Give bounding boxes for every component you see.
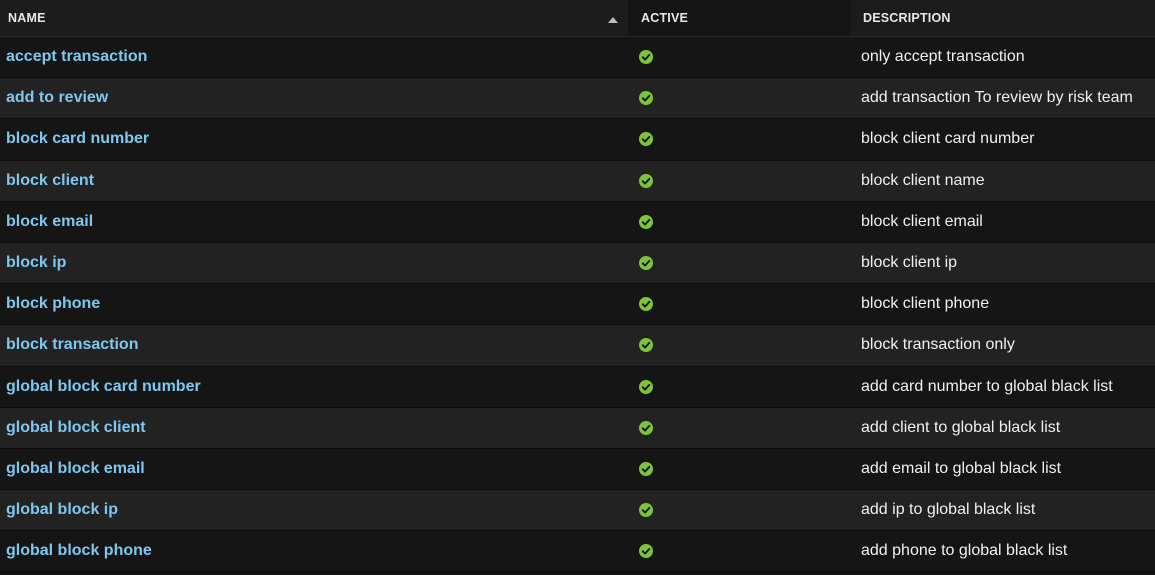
active-cell (628, 161, 851, 201)
table-row[interactable]: block card number block client card numbe… (0, 119, 1155, 161)
active-cell (628, 367, 851, 407)
check-circle-icon (639, 256, 653, 271)
table-row[interactable]: block phone block client phone (0, 284, 1155, 326)
rule-description: only accept transaction (861, 48, 1025, 66)
column-header-name[interactable]: NAME (0, 0, 628, 36)
rule-description: add transaction To review by risk team (861, 89, 1133, 107)
check-circle-icon (639, 297, 653, 312)
active-cell (628, 37, 851, 77)
table-row[interactable]: global block email add email to global bl… (0, 448, 1155, 491)
table-row[interactable]: global block client add client to global … (0, 407, 1155, 449)
check-circle-icon (639, 132, 653, 147)
rule-description: add phone to global black list (861, 542, 1068, 560)
rule-name-link[interactable]: block transaction (0, 325, 628, 365)
active-cell (628, 490, 851, 530)
column-header-active[interactable]: ACTIVE (628, 0, 851, 36)
check-circle-icon (639, 544, 653, 559)
sort-ascending-icon[interactable] (608, 17, 618, 23)
check-circle-icon (639, 91, 653, 106)
rule-description: add client to global black list (861, 418, 1061, 436)
active-cell (628, 408, 851, 448)
rule-description: block client ip (861, 254, 958, 272)
column-header-description-label: DESCRIPTION (863, 11, 951, 25)
check-circle-icon (639, 461, 653, 476)
rule-name-link[interactable]: block email (0, 202, 628, 242)
rule-name-link[interactable]: block ip (0, 243, 628, 283)
check-circle-icon (639, 420, 653, 435)
table-row[interactable]: accept transaction only accept transactio… (0, 37, 1155, 79)
active-cell (628, 449, 851, 489)
rule-name-link[interactable]: global block card number (0, 367, 628, 407)
rule-description: block client name (861, 171, 985, 189)
check-circle-icon (639, 173, 653, 188)
check-circle-icon (639, 503, 653, 518)
rules-table: NAME ACTIVE DESCRIPTION accept transacti… (0, 0, 1155, 573)
table-row[interactable]: add to review add transaction To review b… (0, 78, 1155, 120)
table-row[interactable]: block client block client name (0, 160, 1155, 202)
rule-description: block client card number (861, 130, 1035, 148)
rule-description: add email to global black list (861, 459, 1062, 477)
active-cell (628, 284, 851, 324)
rule-description: add ip to global black list (861, 501, 1036, 519)
rule-description: block client email (861, 212, 983, 230)
rule-description: block client phone (861, 295, 990, 313)
rule-name-link[interactable]: global block phone (0, 531, 628, 571)
active-cell (628, 202, 851, 242)
table-row[interactable]: global block phone add phone to global bl… (0, 531, 1155, 573)
table-header: NAME ACTIVE DESCRIPTION (0, 0, 1155, 37)
table-row[interactable]: block transaction block transaction only (0, 325, 1155, 367)
active-cell (628, 243, 851, 283)
table-row[interactable]: global block ip add ip to global black li… (0, 490, 1155, 532)
rule-name-link[interactable]: global block email (0, 449, 628, 489)
check-circle-icon (639, 214, 653, 229)
table-row[interactable]: block email block client email (0, 201, 1155, 243)
rule-name-link[interactable]: block client (0, 161, 628, 201)
check-circle-icon (639, 50, 653, 65)
active-cell (628, 325, 851, 365)
rule-description: block transaction only (861, 336, 1015, 354)
rule-name-link[interactable]: block phone (0, 284, 628, 324)
rule-description: add card number to global black list (861, 377, 1113, 395)
table-row[interactable]: global block card number add card number … (0, 366, 1155, 408)
table-row[interactable]: block ip block client ip (0, 242, 1155, 285)
column-header-name-label: NAME (8, 11, 46, 25)
column-header-active-label: ACTIVE (641, 11, 689, 25)
active-cell (628, 531, 851, 571)
column-header-description[interactable]: DESCRIPTION (851, 0, 1155, 36)
check-circle-icon (639, 379, 653, 394)
rule-name-link[interactable]: accept transaction (0, 37, 628, 77)
check-circle-icon (639, 338, 653, 353)
rule-name-link[interactable]: block card number (0, 119, 628, 159)
table-body: accept transaction only accept transactio… (0, 37, 1155, 573)
active-cell (628, 78, 851, 118)
rule-name-link[interactable]: add to review (0, 78, 628, 118)
rule-name-link[interactable]: global block ip (0, 490, 628, 530)
rule-name-link[interactable]: global block client (0, 408, 628, 448)
active-cell (628, 119, 851, 159)
